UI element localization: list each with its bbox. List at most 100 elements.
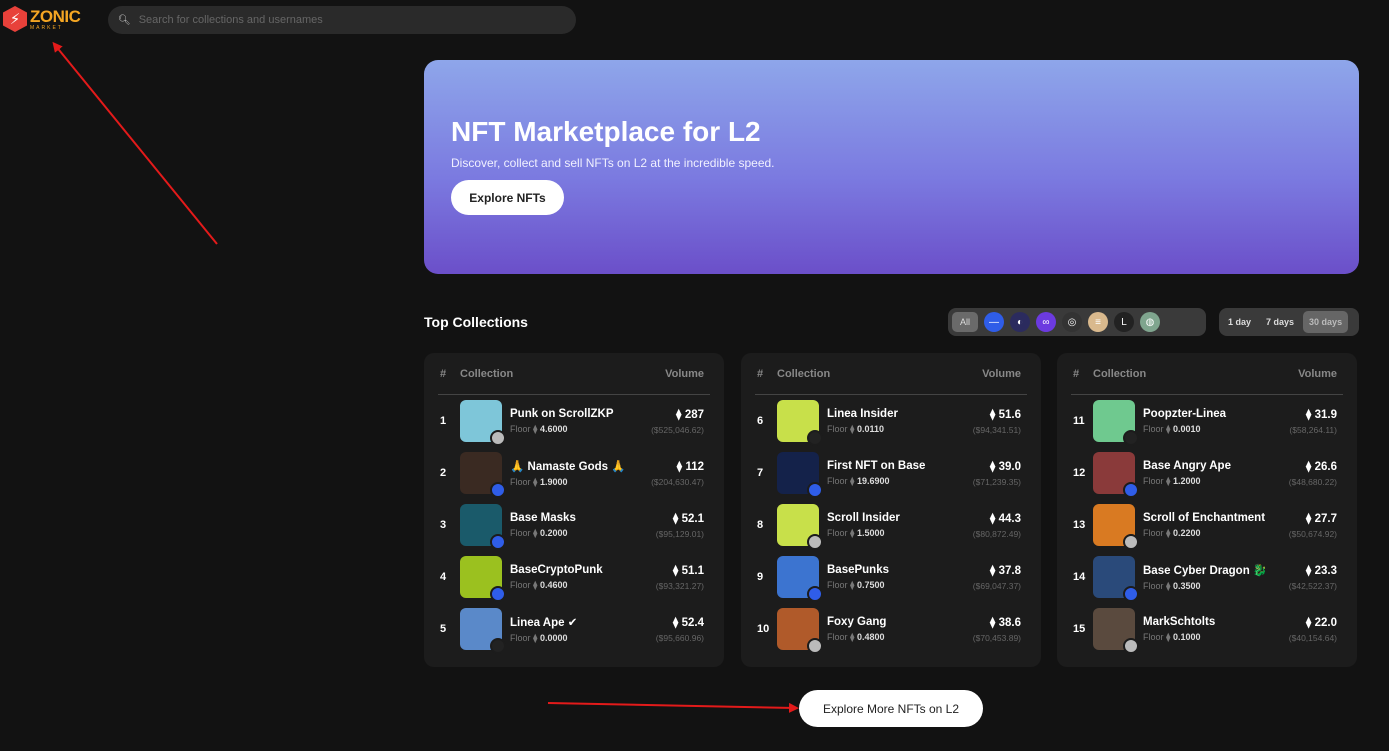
collection-name[interactable]: Scroll Insider <box>827 512 953 524</box>
polygon-zkevm-icon[interactable]: ∞ <box>1036 312 1056 332</box>
annotation-arrow-logo <box>52 41 218 245</box>
header-volume: Volume <box>665 367 704 380</box>
volume-value: 112 <box>685 461 704 473</box>
collection-name[interactable]: Base Angry Ape <box>1143 460 1269 472</box>
volume-value: 37.8 <box>998 565 1021 577</box>
collection-row[interactable]: 3 Base Masks Floor ⧫ 0.2000 ⧫ 52.1 ($95,… <box>438 499 710 551</box>
collection-row[interactable]: 2 🙏 Namaste Gods 🙏 Floor ⧫ 1.9000 ⧫ 112 … <box>438 447 710 499</box>
collection-row[interactable]: 14 Base Cyber Dragon 🐉 ... Floor ⧫ 0.350… <box>1071 551 1343 603</box>
collection-thumbnail[interactable] <box>777 400 823 446</box>
collection-name[interactable]: MarkSchtolts <box>1143 616 1269 628</box>
period-7-days[interactable]: 7 days <box>1260 311 1300 333</box>
collection-thumbnail[interactable] <box>460 504 506 550</box>
explore-nfts-button[interactable]: Explore NFTs <box>451 180 564 215</box>
collection-name[interactable]: Linea Ape ✔ <box>510 615 636 629</box>
arbitrum-nova-icon[interactable]: ◐ <box>1010 312 1030 332</box>
volume: ⧫ 23.3 ($42,522.37) <box>1269 563 1343 591</box>
collection-thumbnail[interactable] <box>460 400 506 446</box>
collection-thumbnail[interactable] <box>1093 452 1139 498</box>
collection-info: Linea Insider Floor ⧫ 0.0110 <box>827 408 953 435</box>
volume-usd: ($48,680.22) <box>1288 477 1337 487</box>
volume: ⧫ 39.0 ($71,239.35) <box>953 459 1027 487</box>
collection-name[interactable]: Foxy Gang <box>827 616 953 628</box>
collection-name[interactable]: Base Cyber Dragon 🐉 ... <box>1143 563 1269 577</box>
collection-row[interactable]: 4 BaseCryptoPunk Floor ⧫ 0.4600 ⧫ 51.1 (… <box>438 551 710 603</box>
header-collection: Collection <box>1093 367 1147 380</box>
volume-eth: ⧫ 112 <box>636 459 704 473</box>
collection-name[interactable]: First NFT on Base <box>827 460 953 472</box>
collection-thumbnail[interactable] <box>1093 504 1139 550</box>
period-30-days[interactable]: 30 days <box>1303 311 1349 333</box>
eth-icon: ⧫ <box>989 565 996 577</box>
chain-badge-icon <box>490 482 506 498</box>
collection-info: Base Cyber Dragon 🐉 ... Floor ⧫ 0.3500 <box>1143 563 1269 592</box>
floor-label: Floor <box>510 527 531 538</box>
collection-name[interactable]: Linea Insider <box>827 408 953 420</box>
chain-filter-all[interactable]: All <box>952 312 978 332</box>
eth-icon: ⧫ <box>989 617 996 629</box>
explore-more-button[interactable]: Explore More NFTs on L2 <box>799 690 983 727</box>
logo-sub: MARKET <box>30 24 63 31</box>
collection-thumbnail[interactable] <box>460 452 506 498</box>
volume-eth: ⧫ 52.4 <box>636 615 704 629</box>
logo-word: ZONIC <box>30 6 81 26</box>
collection-thumbnail[interactable] <box>1093 608 1139 654</box>
volume-usd: ($71,239.35) <box>972 477 1021 487</box>
collection-row[interactable]: 5 Linea Ape ✔ Floor ⧫ 0.0000 ⧫ 52.4 ($95… <box>438 603 710 655</box>
volume-usd: ($95,660.96) <box>655 633 704 643</box>
collection-thumbnail[interactable] <box>460 556 506 602</box>
volume-usd: ($525,046.62) <box>651 425 704 435</box>
collection-thumbnail[interactable] <box>1093 400 1139 446</box>
collection-name[interactable]: Punk on ScrollZKP <box>510 408 636 420</box>
collection-row[interactable]: 15 MarkSchtolts Floor ⧫ 0.1000 ⧫ 22.0 ($… <box>1071 603 1343 655</box>
period-1-day[interactable]: 1 day <box>1222 311 1257 333</box>
collection-row[interactable]: 11 Poopzter-Linea Floor ⧫ 0.0010 ⧫ 31.9 … <box>1071 395 1343 447</box>
floor-price: Floor ⧫ 0.3500 <box>1143 581 1269 592</box>
collection-row[interactable]: 10 Foxy Gang Floor ⧫ 0.4800 ⧫ 38.6 ($70,… <box>755 603 1027 655</box>
collection-name[interactable]: Scroll of Enchantment <box>1143 512 1269 524</box>
collection-info: 🙏 Namaste Gods 🙏 Floor ⧫ 1.9000 <box>510 459 636 488</box>
logo-wordmark: ZONIC MARKET <box>30 6 81 31</box>
volume-eth: ⧫ 37.8 <box>953 563 1021 577</box>
eth-icon: ⧫ <box>989 461 996 473</box>
floor-price: Floor ⧫ 0.0010 <box>1143 424 1269 435</box>
search-input[interactable] <box>138 14 559 26</box>
scroll-icon[interactable]: ≡ <box>1088 312 1108 332</box>
chain-badge-icon <box>807 638 823 654</box>
volume-usd: ($50,674.92) <box>1288 529 1337 539</box>
volume: ⧫ 26.6 ($48,680.22) <box>1269 459 1343 487</box>
collection-name[interactable]: Poopzter-Linea <box>1143 408 1269 420</box>
collection-thumbnail[interactable] <box>777 452 823 498</box>
collection-thumbnail[interactable] <box>460 608 506 654</box>
chain-badge-icon <box>490 534 506 550</box>
collection-thumbnail[interactable] <box>777 556 823 602</box>
linea-icon[interactable]: L <box>1114 312 1134 332</box>
zora-icon[interactable]: ◎ <box>1062 312 1082 332</box>
collection-row[interactable]: 6 Linea Insider Floor ⧫ 0.0110 ⧫ 51.6 ($… <box>755 395 1027 447</box>
table-header: # Collection Volume <box>438 353 710 395</box>
collection-thumbnail[interactable] <box>777 608 823 654</box>
collection-name[interactable]: 🙏 Namaste Gods 🙏 <box>510 459 636 473</box>
collection-row[interactable]: 9 BasePunks Floor ⧫ 0.7500 ⧫ 37.8 ($69,0… <box>755 551 1027 603</box>
collection-name[interactable]: BasePunks <box>827 564 953 576</box>
collection-row[interactable]: 8 Scroll Insider Floor ⧫ 1.5000 ⧫ 44.3 (… <box>755 499 1027 551</box>
collection-name[interactable]: Base Masks <box>510 512 636 524</box>
rank: 14 <box>1073 571 1086 583</box>
collection-row[interactable]: 12 Base Angry Ape Floor ⧫ 1.2000 ⧫ 26.6 … <box>1071 447 1343 499</box>
collection-row[interactable]: 7 First NFT on Base Floor ⧫ 19.6900 ⧫ 39… <box>755 447 1027 499</box>
volume-usd: ($94,341.51) <box>972 425 1021 435</box>
zonic-logo[interactable]: ⚡ ZONIC MARKET <box>3 6 81 32</box>
period-filter: 1 day 7 days 30 days <box>1219 308 1359 336</box>
collection-name[interactable]: BaseCryptoPunk <box>510 564 636 576</box>
collection-row[interactable]: 1 Punk on ScrollZKP Floor ⧫ 4.6000 ⧫ 287… <box>438 395 710 447</box>
globe-icon[interactable]: ◍ <box>1140 312 1160 332</box>
search-bar[interactable]: 🔍︎ <box>108 6 576 34</box>
eth-icon: ⧫ <box>1166 475 1171 486</box>
volume-eth: ⧫ 27.7 <box>1269 511 1337 525</box>
chain-badge-icon <box>807 430 823 446</box>
base-icon[interactable]: — <box>984 312 1004 332</box>
collection-thumbnail[interactable] <box>1093 556 1139 602</box>
collection-thumbnail[interactable] <box>777 504 823 550</box>
eth-icon: ⧫ <box>533 476 538 487</box>
collection-row[interactable]: 13 Scroll of Enchantment Floor ⧫ 0.2200 … <box>1071 499 1343 551</box>
